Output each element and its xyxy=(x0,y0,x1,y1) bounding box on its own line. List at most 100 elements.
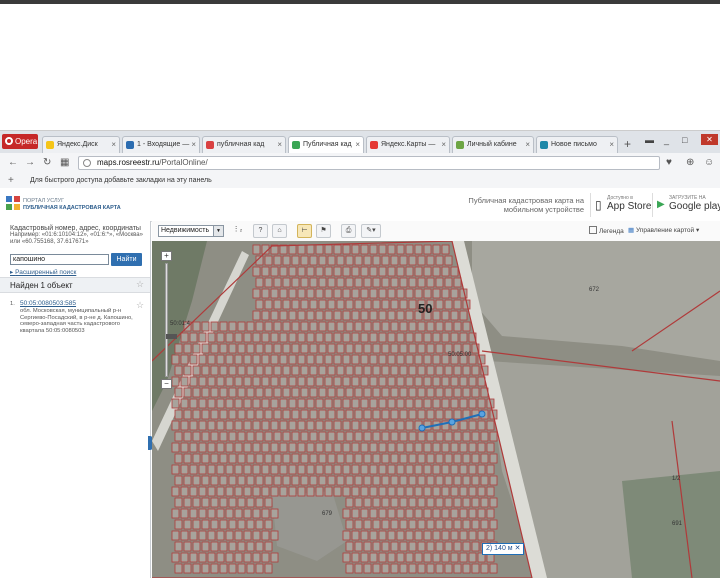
land-parcel[interactable] xyxy=(459,376,468,387)
land-parcel[interactable] xyxy=(468,464,477,475)
tools-icon[interactable]: ✎▾ xyxy=(361,224,381,238)
land-parcel[interactable] xyxy=(477,530,486,541)
land-parcel[interactable] xyxy=(390,409,399,420)
land-parcel[interactable] xyxy=(234,464,243,475)
land-parcel[interactable] xyxy=(453,387,462,398)
land-parcel[interactable] xyxy=(378,508,387,519)
land-parcel[interactable] xyxy=(210,497,219,508)
land-parcel[interactable] xyxy=(192,409,201,420)
land-parcel[interactable] xyxy=(183,409,192,420)
land-parcel[interactable] xyxy=(171,508,180,519)
land-parcel[interactable] xyxy=(243,354,252,365)
land-parcel[interactable] xyxy=(318,431,327,442)
land-parcel[interactable] xyxy=(225,552,234,563)
result-star-icon[interactable]: ☆ xyxy=(136,300,144,311)
land-parcel[interactable] xyxy=(408,519,417,530)
land-parcel[interactable] xyxy=(234,332,243,343)
land-parcel[interactable] xyxy=(450,398,459,409)
speed-dial-icon[interactable]: ▦ xyxy=(60,157,69,169)
land-parcel[interactable] xyxy=(435,475,444,486)
land-parcel[interactable] xyxy=(252,244,261,255)
land-parcel[interactable] xyxy=(435,299,444,310)
land-parcel[interactable] xyxy=(264,343,273,354)
land-parcel[interactable] xyxy=(423,376,432,387)
land-parcel[interactable] xyxy=(228,365,237,376)
land-parcel[interactable] xyxy=(399,541,408,552)
land-parcel[interactable] xyxy=(273,453,282,464)
land-parcel[interactable] xyxy=(333,464,342,475)
land-parcel[interactable] xyxy=(174,453,183,464)
land-parcel[interactable] xyxy=(270,464,279,475)
land-parcel[interactable] xyxy=(225,420,234,431)
land-parcel[interactable] xyxy=(333,310,342,321)
logo-line-2[interactable]: ПУБЛИЧНАЯ КАДАСТРОВАЯ КАРТА xyxy=(23,205,121,211)
land-parcel[interactable] xyxy=(315,420,324,431)
land-parcel[interactable] xyxy=(426,541,435,552)
land-parcel[interactable] xyxy=(192,431,201,442)
land-parcel[interactable] xyxy=(327,475,336,486)
land-parcel[interactable] xyxy=(396,464,405,475)
land-parcel[interactable] xyxy=(468,530,477,541)
land-parcel[interactable] xyxy=(360,530,369,541)
land-parcel[interactable] xyxy=(288,354,297,365)
land-parcel[interactable] xyxy=(228,541,237,552)
land-parcel[interactable] xyxy=(270,508,279,519)
browser-tab[interactable]: Личный кабине × xyxy=(452,136,534,153)
land-parcel[interactable] xyxy=(444,365,453,376)
land-parcel[interactable] xyxy=(450,310,459,321)
land-parcel[interactable] xyxy=(228,431,237,442)
land-parcel[interactable] xyxy=(327,453,336,464)
land-parcel[interactable] xyxy=(423,398,432,409)
land-parcel[interactable] xyxy=(471,431,480,442)
land-parcel[interactable] xyxy=(189,530,198,541)
land-parcel[interactable] xyxy=(207,464,216,475)
land-parcel[interactable] xyxy=(255,453,264,464)
land-parcel[interactable] xyxy=(198,552,207,563)
land-parcel[interactable] xyxy=(180,552,189,563)
land-parcel[interactable] xyxy=(450,288,459,299)
land-parcel[interactable] xyxy=(279,398,288,409)
land-parcel[interactable] xyxy=(324,442,333,453)
land-parcel[interactable] xyxy=(237,563,246,574)
land-parcel[interactable] xyxy=(351,420,360,431)
land-parcel[interactable] xyxy=(318,299,327,310)
land-parcel[interactable] xyxy=(315,464,324,475)
land-parcel[interactable] xyxy=(345,563,354,574)
land-parcel[interactable] xyxy=(336,475,345,486)
tab-close-icon[interactable]: × xyxy=(525,140,530,149)
land-parcel[interactable] xyxy=(399,321,408,332)
land-parcel[interactable] xyxy=(291,321,300,332)
land-parcel[interactable] xyxy=(309,475,318,486)
land-parcel[interactable] xyxy=(219,541,228,552)
land-parcel[interactable] xyxy=(243,398,252,409)
land-parcel[interactable] xyxy=(408,563,417,574)
land-parcel[interactable] xyxy=(207,552,216,563)
land-parcel[interactable] xyxy=(279,244,288,255)
land-parcel[interactable] xyxy=(261,530,270,541)
land-parcel[interactable] xyxy=(417,453,426,464)
land-parcel[interactable] xyxy=(174,563,183,574)
land-parcel[interactable] xyxy=(363,497,372,508)
land-parcel[interactable] xyxy=(417,541,426,552)
land-parcel[interactable] xyxy=(300,343,309,354)
land-parcel[interactable] xyxy=(255,563,264,574)
land-parcel[interactable] xyxy=(378,332,387,343)
measure-icon[interactable]: ⊢ xyxy=(297,224,312,238)
land-parcel[interactable] xyxy=(477,442,486,453)
land-parcel[interactable] xyxy=(363,321,372,332)
land-parcel[interactable] xyxy=(243,442,252,453)
land-parcel[interactable] xyxy=(423,552,432,563)
land-parcel[interactable] xyxy=(297,420,306,431)
land-parcel[interactable] xyxy=(381,541,390,552)
land-parcel[interactable] xyxy=(180,420,189,431)
land-parcel[interactable] xyxy=(189,332,198,343)
land-parcel[interactable] xyxy=(171,420,180,431)
land-parcel[interactable] xyxy=(423,442,432,453)
land-parcel[interactable] xyxy=(318,475,327,486)
zoom-slider-knob[interactable] xyxy=(166,334,177,339)
land-parcel[interactable] xyxy=(405,376,414,387)
land-parcel[interactable] xyxy=(489,563,498,574)
land-parcel[interactable] xyxy=(435,431,444,442)
land-parcel[interactable] xyxy=(444,321,453,332)
land-parcel[interactable] xyxy=(417,475,426,486)
